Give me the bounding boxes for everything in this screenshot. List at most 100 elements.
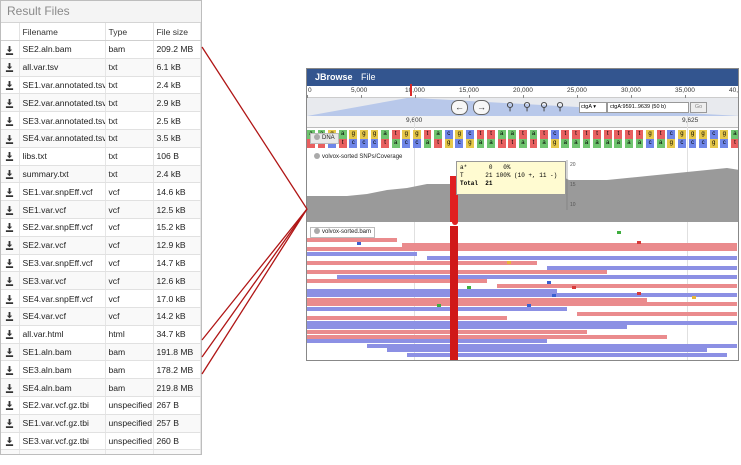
download-cell[interactable] <box>1 289 20 308</box>
file-name[interactable]: SE3.var.annotated.tsv <box>19 111 106 130</box>
file-name[interactable]: SE3.var.vcf <box>19 271 106 291</box>
file-name[interactable]: all.var.html <box>19 325 106 344</box>
pan-right-button[interactable]: → <box>473 100 490 115</box>
download-icon[interactable] <box>5 276 14 286</box>
file-row[interactable]: SE4.var.vcf vcf 14.2 kB <box>1 307 201 326</box>
file-name[interactable]: all.var.tsv <box>19 58 106 77</box>
file-row[interactable]: SE2.var.snpEff.vcf vcf 15.2 kB <box>1 218 201 237</box>
file-name[interactable]: SE4.var.snpEff.vcf <box>19 289 106 308</box>
file-name[interactable]: SE3.var.vcf.gz.tbi <box>19 432 106 451</box>
download-icon[interactable] <box>5 241 14 251</box>
reads-track-label[interactable]: volvox-sorted.bam <box>310 227 376 238</box>
download-icon[interactable] <box>5 116 14 126</box>
alignment-read[interactable] <box>307 334 667 339</box>
close-icon[interactable] <box>314 228 320 235</box>
location-input[interactable]: ctgA:9591..9639 (50 b) <box>607 102 689 113</box>
file-name[interactable]: summary.txt <box>19 165 106 184</box>
download-cell[interactable] <box>1 378 20 397</box>
type-column-header[interactable]: Type <box>105 23 154 41</box>
file-name[interactable]: SE4.aln.bam <box>19 378 106 397</box>
download-icon[interactable] <box>5 401 14 411</box>
alignment-read[interactable] <box>307 307 567 311</box>
download-icon[interactable] <box>5 294 14 304</box>
alignment-read[interactable] <box>307 261 537 265</box>
file-row[interactable]: SE3.var.snpEff.vcf vcf 14.7 kB <box>1 254 201 273</box>
zoom-in-small-icon[interactable]: ⚲ <box>540 100 548 113</box>
file-row[interactable]: SE4.var.vcf.gz.tbiunspecified296 B <box>1 449 201 454</box>
reference-sequence-select[interactable]: ctgA ▾ <box>579 102 607 113</box>
alignment-read[interactable] <box>307 247 737 252</box>
download-cell[interactable] <box>1 111 20 130</box>
alignment-read[interactable] <box>337 274 737 279</box>
alignment-read[interactable] <box>367 343 737 348</box>
zoom-out-small-icon[interactable]: ⚲ <box>523 100 531 113</box>
close-icon[interactable] <box>314 153 320 160</box>
download-cell[interactable] <box>1 271 20 291</box>
download-icon[interactable] <box>5 98 14 108</box>
download-icon[interactable] <box>5 170 14 180</box>
file-row[interactable]: SE4.aln.bam bam 219.8 MB <box>1 378 201 397</box>
file-name[interactable]: SE1.aln.bam <box>19 343 106 362</box>
file-row[interactable]: SE4.var.snpEff.vcf vcf 17.0 kB <box>1 289 201 308</box>
alignment-read[interactable] <box>387 348 707 353</box>
file-row[interactable]: SE2.aln.bam bam 209.2 MB <box>1 40 201 59</box>
download-icon[interactable] <box>5 330 14 340</box>
dna-track-label[interactable]: DNA <box>310 133 339 144</box>
alignment-read[interactable] <box>307 251 417 256</box>
download-cell[interactable] <box>1 147 20 166</box>
zoom-in-icon[interactable]: ⚲ <box>556 100 564 113</box>
download-cell[interactable] <box>1 449 20 454</box>
size-column-header[interactable]: File size <box>153 23 201 41</box>
download-icon[interactable] <box>5 205 14 215</box>
file-row[interactable]: SE2.var.annotated.tsv txt 2.9 kB <box>1 93 201 113</box>
file-row[interactable]: SE1.var.vcf vcf 12.5 kB <box>1 200 201 219</box>
alignment-read[interactable] <box>307 297 647 302</box>
file-row[interactable]: SE3.var.annotated.tsv txt 2.5 kB <box>1 111 201 130</box>
download-icon[interactable] <box>5 45 14 55</box>
alignment-read[interactable] <box>307 325 627 330</box>
alignment-read[interactable] <box>307 279 487 284</box>
download-icon[interactable] <box>5 134 14 144</box>
file-name[interactable]: SE1.var.vcf.gz.tbi <box>19 414 106 433</box>
alignment-read[interactable] <box>307 302 737 307</box>
file-name[interactable]: SE1.var.vcf <box>19 200 106 219</box>
file-row[interactable]: SE2.var.vcf.gz.tbi unspecified 267 B <box>1 396 201 415</box>
file-row[interactable]: SE4.var.annotated.tsv txt 3.5 kB <box>1 129 201 148</box>
file-name[interactable]: SE4.var.annotated.tsv <box>19 129 106 148</box>
alignment-read[interactable] <box>307 293 737 298</box>
download-cell[interactable] <box>1 93 20 113</box>
download-cell[interactable] <box>1 307 20 326</box>
go-button[interactable]: Go <box>690 102 707 113</box>
download-cell[interactable] <box>1 432 20 451</box>
download-cell[interactable] <box>1 325 20 344</box>
file-row[interactable]: SE3.var.vcf.gz.tbi unspecified 260 B <box>1 432 201 451</box>
overview-position-marker[interactable] <box>410 84 412 96</box>
alignment-read[interactable] <box>307 339 547 344</box>
file-name[interactable]: SE1.var.snpEff.vcf <box>19 182 106 202</box>
file-name[interactable]: SE1.var.annotated.tsv <box>19 76 106 95</box>
close-icon[interactable] <box>314 134 320 141</box>
alignment-read[interactable] <box>427 256 737 261</box>
file-name[interactable]: SE4.var.vcf.gz.tbi <box>19 449 106 454</box>
download-icon[interactable] <box>5 348 14 358</box>
file-row[interactable]: summary.txt txt 2.4 kB <box>1 165 201 184</box>
alignment-read[interactable] <box>307 320 737 325</box>
file-row[interactable]: SE3.aln.bam bam 178.2 MB <box>1 360 201 380</box>
file-name[interactable]: SE3.aln.bam <box>19 360 106 380</box>
alignment-read[interactable] <box>307 330 587 334</box>
zoom-out-icon[interactable]: ⚲ <box>506 100 514 113</box>
alignment-read[interactable] <box>547 265 737 270</box>
alignment-read[interactable] <box>497 284 737 288</box>
download-cell[interactable] <box>1 396 20 415</box>
download-icon[interactable] <box>5 419 14 429</box>
download-cell[interactable] <box>1 165 20 184</box>
download-cell[interactable] <box>1 76 20 95</box>
file-row[interactable]: SE1.var.snpEff.vcf vcf 14.6 kB <box>1 182 201 202</box>
download-cell[interactable] <box>1 129 20 148</box>
alignment-read[interactable] <box>307 288 557 293</box>
file-name[interactable]: SE2.var.annotated.tsv <box>19 93 106 113</box>
coverage-track-label[interactable]: volvox-sorted SNPs/Coverage <box>310 152 407 163</box>
download-icon[interactable] <box>5 63 14 73</box>
download-icon[interactable] <box>5 365 14 375</box>
file-name[interactable]: libs.txt <box>19 147 106 166</box>
